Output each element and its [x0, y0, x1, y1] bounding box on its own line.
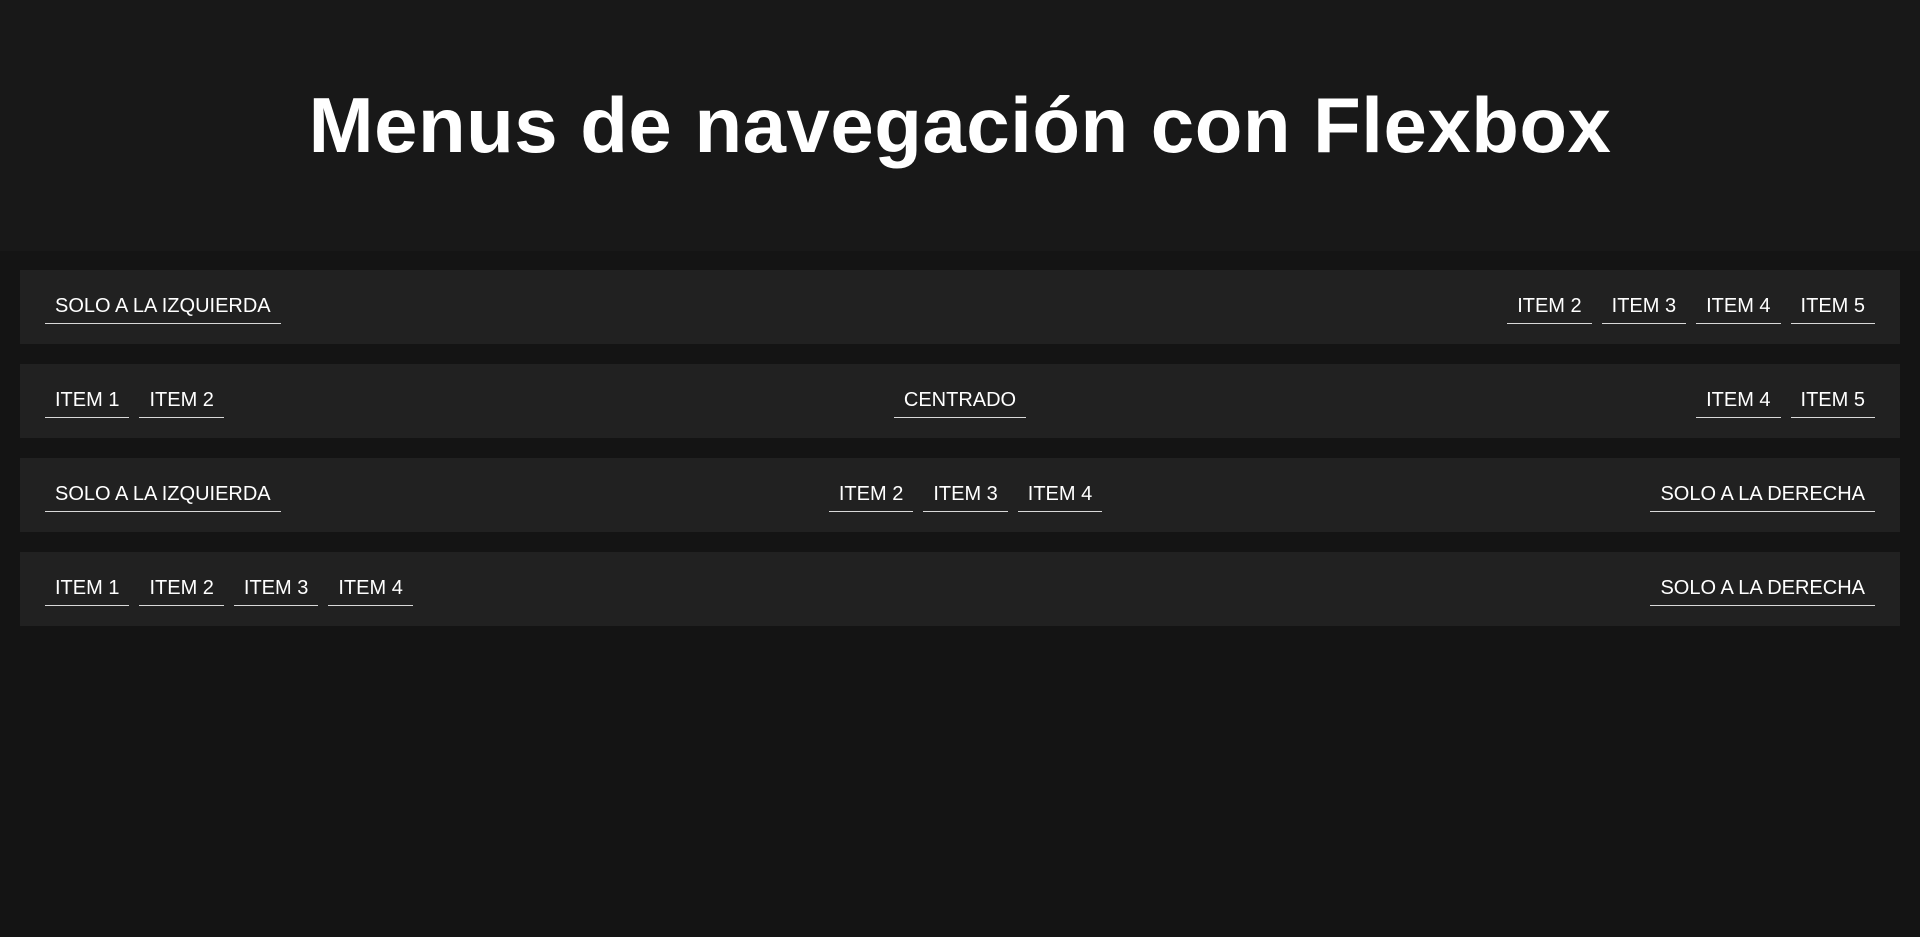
nav-item-3[interactable]: ITEM 3 — [1601, 291, 1687, 324]
nav-item-5[interactable]: ITEM 5 — [1790, 291, 1875, 324]
nav-item-5[interactable]: ITEM 5 — [1790, 385, 1875, 418]
nav-menu-3-right: SOLO A LA DERECHA — [1650, 479, 1875, 512]
nav-item-solo-izquierda[interactable]: SOLO A LA IZQUIERDA — [45, 479, 281, 512]
nav-item-3[interactable]: ITEM 3 — [233, 573, 319, 606]
nav-menu-2-right: ITEM 4 ITEM 5 — [1696, 385, 1875, 418]
nav-item-2[interactable]: ITEM 2 — [139, 573, 224, 606]
nav-menu-4: ITEM 1 ITEM 2 ITEM 3 ITEM 4 SOLO A LA DE… — [20, 552, 1900, 626]
nav-menu-2-center: CENTRADO — [893, 385, 1027, 418]
nav-item-centrado[interactable]: CENTRADO — [893, 385, 1027, 418]
nav-menu-3-left: SOLO A LA IZQUIERDA — [45, 479, 281, 512]
page-title: Menus de navegación con Flexbox — [308, 81, 1612, 169]
nav-item-2[interactable]: ITEM 2 — [1507, 291, 1592, 324]
nav-item-3[interactable]: ITEM 3 — [923, 479, 1008, 512]
nav-menu-2-left: ITEM 1 ITEM 2 — [45, 385, 224, 418]
nav-item-1[interactable]: ITEM 1 — [45, 385, 130, 418]
nav-item-solo-derecha[interactable]: SOLO A LA DERECHA — [1650, 573, 1875, 606]
nav-menu-2: ITEM 1 ITEM 2 CENTRADO ITEM 4 ITEM 5 — [20, 364, 1900, 438]
nav-item-4[interactable]: ITEM 4 — [328, 573, 413, 606]
nav-item-2[interactable]: ITEM 2 — [828, 479, 914, 512]
nav-item-2[interactable]: ITEM 2 — [139, 385, 224, 418]
nav-item-4[interactable]: ITEM 4 — [1017, 479, 1103, 512]
nav-item-solo-izquierda[interactable]: SOLO A LA IZQUIERDA — [45, 291, 281, 324]
nav-menu-4-right: SOLO A LA DERECHA — [1650, 573, 1875, 606]
nav-item-4[interactable]: ITEM 4 — [1696, 291, 1781, 324]
nav-item-solo-derecha[interactable]: SOLO A LA DERECHA — [1650, 479, 1875, 512]
nav-menu-1-left: SOLO A LA IZQUIERDA — [45, 291, 281, 324]
nav-menu-1-right: ITEM 2 ITEM 3 ITEM 4 ITEM 5 — [1507, 291, 1875, 324]
nav-menu-3: SOLO A LA IZQUIERDA ITEM 2 ITEM 3 ITEM 4… — [20, 458, 1900, 532]
page-header: Menus de navegación con Flexbox — [0, 0, 1920, 251]
nav-menu-4-left: ITEM 1 ITEM 2 ITEM 3 ITEM 4 — [45, 573, 413, 606]
menus-container: SOLO A LA IZQUIERDA ITEM 2 ITEM 3 ITEM 4… — [0, 251, 1920, 626]
nav-menu-1: SOLO A LA IZQUIERDA ITEM 2 ITEM 3 ITEM 4… — [20, 270, 1900, 344]
nav-item-1[interactable]: ITEM 1 — [45, 573, 130, 606]
nav-menu-3-center: ITEM 2 ITEM 3 ITEM 4 — [828, 479, 1103, 512]
nav-item-4[interactable]: ITEM 4 — [1696, 385, 1781, 418]
